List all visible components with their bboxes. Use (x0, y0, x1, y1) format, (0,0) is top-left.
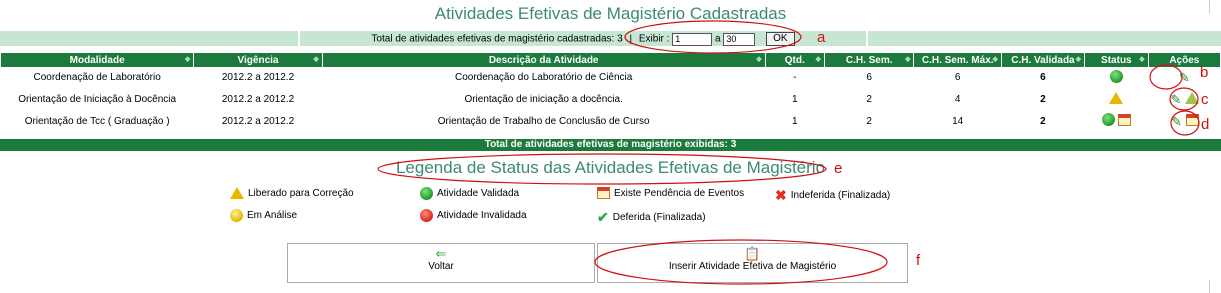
legend-liberado: Liberado para Correção (230, 187, 354, 199)
cell-vigencia: 2012.2 a 2012.2 (221, 93, 295, 105)
voltar-button[interactable]: ⇐ Voltar (287, 243, 595, 283)
annotation-label-e: e (834, 160, 843, 177)
cell-ch-validada: 2 (1040, 115, 1046, 127)
red-circle-icon (420, 209, 433, 222)
warning-icon (230, 187, 244, 199)
annotation-label-f: f (916, 252, 921, 269)
cell-ch-max: 6 (954, 72, 961, 83)
cell-qtd: 1 (791, 93, 798, 105)
cell-ch-validada: 6 (1040, 72, 1046, 83)
annotation-label-a: a (817, 29, 826, 46)
cell-modalidade: Orientação de Tcc ( Graduação ) (24, 115, 170, 127)
cell-ch-sem: 2 (866, 115, 872, 127)
exibir-to-input[interactable]: 30 (723, 32, 756, 46)
legend-deferida: ✔ Deferida (Finalizada) (597, 209, 706, 225)
edit-pencil-icon[interactable]: ✎ (1169, 93, 1182, 106)
events-calendar-icon[interactable] (1185, 113, 1199, 126)
annotation-label-b: b (1200, 64, 1209, 81)
cell-status (1085, 110, 1148, 132)
legend-invalidada: Atividade Invalidada (420, 209, 527, 222)
cell-status (1085, 67, 1148, 88)
green-check-icon: ✔ (597, 209, 609, 225)
page-title: Atividades Efetivas de Magistério Cadast… (434, 4, 787, 23)
col-qtd[interactable]: Qtd. ◆ (765, 53, 824, 67)
table-row: Orientação de Tcc ( Graduação ) 2012.2 a… (1, 110, 1220, 132)
cell-acoes: ✎ (1149, 67, 1220, 88)
col-modalidade[interactable]: Modalidade ◆ (1, 53, 194, 67)
exibir-label: Exibir : (638, 33, 670, 45)
warning-status-icon (1109, 91, 1124, 104)
calendar-pending-icon (1117, 114, 1131, 126)
exibir-to-label: a (714, 33, 721, 45)
cell-qtd: 1 (791, 115, 798, 127)
cell-descricao: Orientação de iniciação a docência. (464, 93, 623, 105)
col-acoes: Ações (1148, 53, 1220, 67)
exibir-from-input[interactable]: 1 (672, 32, 713, 46)
col-status[interactable]: Status ◆ (1085, 53, 1148, 67)
cell-ch-max: 4 (954, 93, 961, 105)
cell-acoes: ✎ (1149, 88, 1220, 110)
edit-pencil-icon[interactable]: ✎ (1170, 115, 1183, 128)
cell-descricao: Orientação de Trabalho de Conclusão de C… (437, 115, 650, 127)
legend-analise: Em Análise (230, 209, 297, 222)
edit-pencil-icon[interactable]: ✎ (1178, 71, 1191, 84)
legend-title: Legenda de Status das Atividades Efetiva… (395, 158, 826, 177)
validada-status-icon (1101, 113, 1115, 126)
legend-pendencia: Existe Pendência de Eventos (597, 187, 744, 199)
validada-status-icon (1109, 69, 1123, 83)
ok-button[interactable]: OK (766, 32, 795, 46)
summary-bar: Total de atividades efetivas de magistér… (0, 31, 1221, 46)
table-row: Orientação de Iniciação à Docência 2012.… (1, 88, 1220, 110)
activities-table: Modalidade ◆ Vigência ◆ Descrição da Ativi… (0, 53, 1221, 132)
clipboard-icon: 📋 (744, 246, 761, 261)
col-ch-max[interactable]: C.H. Sem. Máx. ◆ (914, 53, 1001, 67)
inserir-atividade-button[interactable]: 📋 Inserir Atividade Efetiva de Magistéri… (597, 243, 908, 283)
legend-indeferida: ✖ Indeferida (Finalizada) (775, 187, 891, 203)
cell-status (1085, 88, 1148, 110)
divider (1209, 280, 1210, 293)
col-ch-sem[interactable]: C.H. Sem. ◆ (824, 53, 914, 67)
cell-ch-validada: 2 (1040, 93, 1046, 105)
cell-vigencia: 2012.2 a 2012.2 (221, 72, 295, 83)
cell-ch-sem: 2 (866, 93, 872, 105)
cell-vigencia: 2012.2 a 2012.2 (221, 115, 295, 127)
yellow-circle-icon (230, 209, 243, 222)
cell-ch-sem: 6 (866, 72, 872, 83)
table-row: Coordenação de Laboratório 2012.2 a 2012… (1, 67, 1220, 88)
separator: | (629, 33, 633, 45)
divider (1209, 0, 1210, 14)
send-correction-icon[interactable] (1185, 91, 1200, 104)
legend-validada: Atividade Validada (420, 187, 519, 200)
col-ch-validada[interactable]: C.H. Validada ◆ (1001, 53, 1084, 67)
annotation-label-c: c (1201, 91, 1209, 108)
calendar-icon (597, 187, 610, 199)
back-arrow-icon: ⇐ (435, 246, 447, 261)
cell-modalidade: Coordenação de Laboratório (33, 72, 161, 83)
cell-ch-max: 14 (952, 115, 964, 127)
table-footer: Total de atividades efetivas de magistér… (0, 139, 1221, 151)
col-descricao[interactable]: Descrição da Atividade ◆ (322, 53, 765, 67)
annotation-label-d: d (1201, 116, 1210, 133)
cell-descricao: Coordenação do Laboratório de Ciência (454, 72, 633, 83)
cell-modalidade: Orientação de Iniciação à Docência (18, 93, 177, 105)
col-vigencia[interactable]: Vigência ◆ (194, 53, 322, 67)
total-cadastradas-label: Total de atividades efetivas de magistér… (371, 33, 623, 45)
cell-qtd: - (793, 72, 797, 83)
red-x-icon: ✖ (775, 187, 787, 203)
green-circle-icon (420, 187, 433, 200)
